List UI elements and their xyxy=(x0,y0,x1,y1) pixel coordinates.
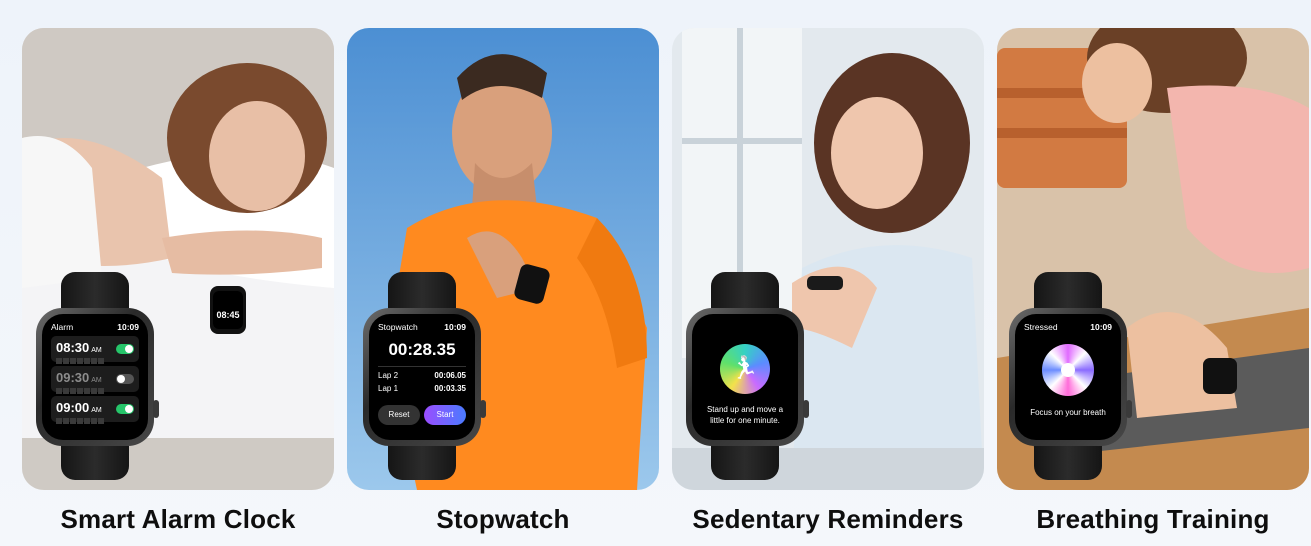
breathing-watch: Stressed 10:09 Focus on your breath xyxy=(1009,272,1132,480)
lap-label: Lap 1 xyxy=(378,384,399,393)
reset-button[interactable]: Reset xyxy=(378,405,420,425)
alarm-toggle[interactable] xyxy=(116,404,134,414)
sedentary-message: Stand up and move a little for one minut… xyxy=(706,405,784,425)
activity-icon xyxy=(720,344,770,394)
alarm-time: 08:30 xyxy=(56,340,90,355)
watch-case: Stand up and move a little for one minut… xyxy=(686,308,809,446)
panel-smart-alarm: 08:45 Alarm 10:09 08:30 AM 09:30 AM 09:0… xyxy=(22,28,334,490)
panel-sedentary: Stand up and move a little for one minut… xyxy=(672,28,984,490)
lap-row: Lap 2 00:06.05 xyxy=(378,371,466,380)
alarm-ampm: AM xyxy=(91,377,102,384)
lap-value: 00:06.05 xyxy=(434,371,466,380)
alarm-time: 09:30 xyxy=(56,370,90,385)
status-clock: 10:09 xyxy=(1090,322,1112,332)
wrist-watch-time: 08:45 xyxy=(216,310,239,320)
alarm-row[interactable]: 08:30 AM xyxy=(51,336,139,364)
alarm-ampm: AM xyxy=(91,407,102,414)
watch-case: Stopwatch 10:09 00:28.35 Lap 2 00:06.05 … xyxy=(363,308,486,446)
alarm-screen: Alarm 10:09 08:30 AM 09:30 AM 09:00 AM xyxy=(42,314,148,440)
weekday-indicators xyxy=(56,388,134,394)
status-clock: 10:09 xyxy=(444,322,466,332)
sedentary-screen: Stand up and move a little for one minut… xyxy=(692,314,798,440)
breathing-screen: Stressed 10:09 Focus on your breath xyxy=(1015,314,1121,440)
caption-sedentary: Sedentary Reminders xyxy=(692,504,964,534)
sedentary-watch: Stand up and move a little for one minut… xyxy=(686,272,809,480)
status-clock: 10:09 xyxy=(117,322,139,332)
breathing-message: Focus on your breath xyxy=(1030,408,1106,417)
watch-case: Alarm 10:09 08:30 AM 09:30 AM 09:00 AM xyxy=(36,308,159,446)
stopwatch-watch: Stopwatch 10:09 00:28.35 Lap 2 00:06.05 … xyxy=(363,272,486,480)
alarm-row[interactable]: 09:30 AM xyxy=(51,366,139,394)
alarm-ampm: AM xyxy=(91,347,102,354)
watch-crown xyxy=(153,400,159,418)
watch-crown xyxy=(480,400,486,418)
breathing-title: Stressed xyxy=(1024,322,1058,332)
caption-breathing: Breathing Training xyxy=(1036,504,1270,534)
stopwatch-elapsed: 00:28.35 xyxy=(388,340,456,359)
lap-label: Lap 2 xyxy=(378,371,399,380)
alarm-watch: Alarm 10:09 08:30 AM 09:30 AM 09:00 AM xyxy=(36,272,159,480)
stopwatch-screen: Stopwatch 10:09 00:28.35 Lap 2 00:06.05 … xyxy=(369,314,475,440)
panel-breathing: Stressed 10:09 Focus on your breath xyxy=(997,28,1309,490)
panel-stopwatch: Stopwatch 10:09 00:28.35 Lap 2 00:06.05 … xyxy=(347,28,659,490)
alarm-toggle[interactable] xyxy=(116,374,134,384)
start-button[interactable]: Start xyxy=(424,405,466,425)
watch-case: Stressed 10:09 Focus on your breath xyxy=(1009,308,1132,446)
caption-smart-alarm: Smart Alarm Clock xyxy=(60,504,296,534)
caption-stopwatch: Stopwatch xyxy=(436,504,570,534)
stopwatch-title: Stopwatch xyxy=(378,322,418,332)
alarm-title: Alarm xyxy=(51,322,74,332)
weekday-indicators xyxy=(56,358,134,364)
alarm-toggle[interactable] xyxy=(116,344,134,354)
divider xyxy=(378,366,466,367)
alarm-row[interactable]: 09:00 AM xyxy=(51,396,139,424)
watch-crown xyxy=(1126,400,1132,418)
lap-value: 00:03.35 xyxy=(434,384,466,393)
weekday-indicators xyxy=(56,418,134,424)
lap-row: Lap 1 00:03.35 xyxy=(378,384,466,393)
flower-center xyxy=(1061,363,1075,377)
alarm-time: 09:00 xyxy=(56,400,90,415)
watch-crown xyxy=(803,400,809,418)
